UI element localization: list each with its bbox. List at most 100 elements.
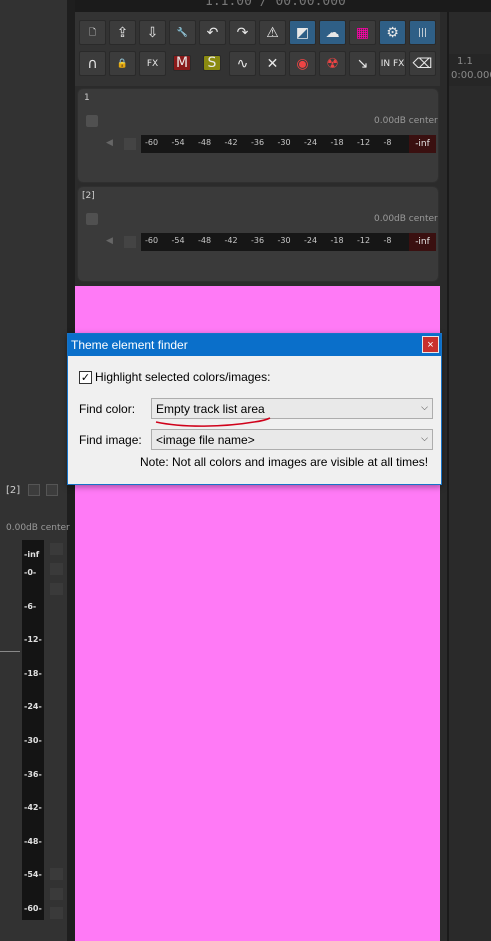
routing-icon[interactable]: ⚙ [379, 20, 406, 45]
master-button[interactable] [46, 484, 58, 496]
master-mini-button[interactable] [50, 583, 63, 595]
timeline-marker: 1.1 [457, 56, 473, 67]
dialog-title-bar[interactable]: Theme element finder × [68, 334, 441, 356]
master-button[interactable] [28, 484, 40, 496]
meter-peak[interactable]: -inf [409, 135, 436, 153]
envelope-icon[interactable]: ∿ [229, 51, 256, 76]
open-project-icon[interactable]: ⇪ [109, 20, 136, 45]
grid-lines-icon[interactable]: ||| [409, 20, 436, 45]
track-meter: -60 -54 -48 -42 -36 -30 -24 -18 -12 -8 [141, 135, 409, 153]
track-volume: 0.00dB center [374, 116, 438, 126]
save-project-icon[interactable]: ⇩ [139, 20, 166, 45]
master-scale-label: -0- [24, 568, 37, 577]
master-mini-button[interactable] [50, 868, 63, 880]
meter-tick-label: -36 [251, 138, 265, 147]
master-scale-label: -42- [24, 803, 42, 813]
meter-tick-label: -48 [198, 236, 212, 245]
meter-tick-label: -30 [277, 236, 291, 245]
meter-peak[interactable]: -inf [409, 233, 436, 251]
mute-icon[interactable]: M [173, 55, 191, 71]
fader-mark [0, 651, 20, 652]
red-underline-annotation [155, 417, 271, 427]
master-scale-label: -inf [24, 550, 40, 559]
arrow-right-icon[interactable]: ↘ [349, 51, 376, 76]
phase-icon[interactable] [124, 138, 136, 150]
track-panel-2[interactable]: [2] 0.00dB center ◀ -60 -54 -48 -42 -36 -30 -2… [77, 186, 439, 282]
fx-eye-icon[interactable]: FX [139, 51, 166, 76]
redo-icon[interactable]: ↷ [229, 20, 256, 45]
dialog-note: Note: Not all colors and images are visi… [140, 455, 429, 469]
wrench-icon[interactable]: 🔧 [169, 20, 196, 45]
record-arm-icon[interactable] [86, 213, 98, 225]
record-arm-icon[interactable] [86, 115, 98, 127]
highlight-checkbox[interactable]: ✓ [79, 371, 92, 384]
arrange-divider[interactable] [447, 12, 449, 941]
record-reel-icon[interactable]: ◉ [289, 51, 316, 76]
magnet-icon[interactable]: ∩ [79, 51, 106, 76]
theme-element-finder-dialog: Theme element finder × ✓ Highlight selec… [67, 333, 442, 485]
meter-tick-label: -42 [224, 138, 238, 147]
close-x-icon[interactable]: ✕ [259, 51, 286, 76]
speaker-icon[interactable]: ◀ [106, 236, 118, 248]
cloud-icon[interactable]: ☁ [319, 20, 346, 45]
master-scale-label: -6- [24, 601, 37, 611]
track-meter: -60 -54 -48 -42 -36 -30 -24 -18 -12 -8 [141, 233, 409, 251]
meter-tick-label: -48 [198, 138, 212, 147]
close-button[interactable]: × [422, 336, 439, 353]
master-mini-button[interactable] [50, 543, 63, 555]
color-gradient-icon[interactable]: ▦ [349, 20, 376, 45]
lock-icon[interactable]: 🔒 [109, 51, 136, 76]
trim-icon[interactable]: ◩ [289, 20, 316, 45]
meter-tick-label: -8 [383, 138, 392, 147]
meter-tick-label: -36 [251, 236, 265, 245]
track-panel-1[interactable]: 1 0.00dB center ◀ -60 -54 -48 -42 -36 -30 -24-… [77, 88, 439, 183]
meter-tick-label: -54 [171, 138, 185, 147]
track-number: 1 [84, 93, 90, 103]
timeline-ruler[interactable]: 1.1 0:00.000 [449, 54, 491, 86]
master-scale-label: -12- [24, 635, 42, 645]
chevron-down-icon: ⌵ [421, 402, 428, 412]
find-color-label: Find color: [79, 402, 136, 416]
radiation-icon[interactable]: ☢ [319, 51, 346, 76]
find-color-value: Empty track list area [156, 402, 265, 416]
meter-tick-label: -60 [145, 236, 159, 245]
undo-icon[interactable]: ↶ [199, 20, 226, 45]
master-mini-button[interactable] [50, 563, 63, 575]
master-scale-label: -48- [24, 836, 42, 846]
meter-tick-label: -24 [304, 236, 318, 245]
master-meter: -inf -0- -6- -12- -18- -24- -30- -36- -42- -48- -5… [22, 540, 44, 920]
metronome-icon[interactable]: ⚠ [259, 20, 286, 45]
track-volume: 0.00dB center [374, 214, 438, 224]
in-fx-icon[interactable]: IN FX [379, 51, 406, 76]
track-number: [2] [82, 191, 95, 201]
meter-tick-label: -30 [277, 138, 291, 147]
meter-tick-label: -24 [304, 138, 318, 147]
dialog-title: Theme element finder [71, 338, 188, 352]
find-image-select[interactable]: <image file name> ⌵ [151, 429, 433, 450]
master-scale-label: -54- [24, 870, 42, 880]
highlight-label: Highlight selected colors/images: [95, 370, 271, 384]
main-toolbar: 🗋 ⇪ ⇩ 🔧 ↶ ↷ ⚠ ◩ ☁ ▦ ⚙ ||| ∩ 🔒 FX M S ∿ ✕ ◉ ☢ ↘ IN FX ⌫ [75, 12, 440, 86]
timeline-time: 0:00.000 [451, 70, 491, 81]
chevron-down-icon: ⌵ [421, 433, 428, 443]
meter-tick-label: -60 [145, 138, 159, 147]
new-project-icon[interactable]: 🗋 [79, 20, 106, 45]
master-scale-label: -60- [24, 904, 42, 913]
master-mini-button[interactable] [50, 907, 63, 919]
meter-tick-label: -18 [330, 138, 344, 147]
master-scale-label: -36- [24, 769, 42, 779]
master-scale-label: -24- [24, 702, 42, 712]
find-image-label: Find image: [79, 433, 142, 447]
time-display: 1.1.00 / 00:00.000 [205, 0, 346, 9]
master-label: [2] [6, 485, 21, 496]
meter-tick-label: -18 [330, 236, 344, 245]
master-scale-label: -18- [24, 668, 42, 678]
eraser-icon[interactable]: ⌫ [409, 51, 436, 76]
solo-icon[interactable]: S [203, 55, 221, 71]
phase-icon[interactable] [124, 236, 136, 248]
speaker-icon[interactable]: ◀ [106, 138, 118, 150]
meter-tick-label: -12 [357, 138, 371, 147]
master-scale-label: -30- [24, 736, 42, 745]
master-mini-button[interactable] [50, 888, 63, 900]
meter-tick-label: -8 [383, 236, 392, 245]
